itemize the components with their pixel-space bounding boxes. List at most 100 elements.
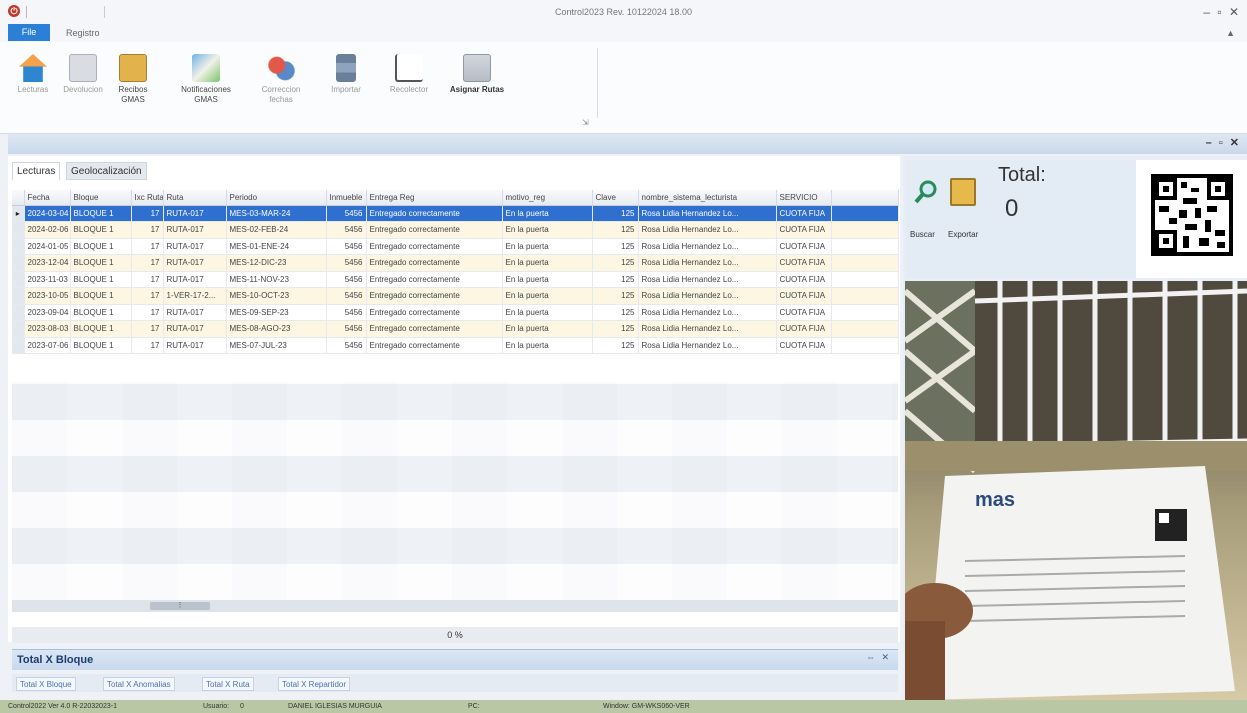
table-cell[interactable]: 125: [592, 287, 639, 305]
table-cell[interactable]: CUOTA FIJA: [776, 320, 832, 338]
table-cell[interactable]: RUTA-017: [163, 271, 227, 288]
table-row[interactable]: 2023-07-06 BLOQUE 1 17 RUTA-017 MES-07-JUL-2…: [12, 337, 899, 354]
table-cell[interactable]: 125: [592, 271, 639, 288]
table-cell[interactable]: BLOQUE 1: [70, 221, 132, 239]
table-cell[interactable]: CUOTA FIJA: [776, 337, 832, 354]
table-row[interactable]: 2024-01-05 BLOQUE 1 17 RUTA-017 MES-01-ENE-2…: [12, 238, 899, 255]
column-header[interactable]: Ruta: [163, 190, 227, 206]
recibos-gmas-button[interactable]: Recibos GMAS: [112, 54, 154, 105]
table-cell[interactable]: 125: [592, 254, 639, 272]
table-cell[interactable]: Entregado correctamente: [366, 320, 503, 338]
table-cell[interactable]: RUTA-017: [163, 238, 227, 255]
table-cell[interactable]: 5456: [326, 238, 367, 255]
table-cell[interactable]: RUTA-017: [163, 221, 227, 239]
table-cell[interactable]: En la puerta: [502, 205, 593, 222]
document-window-controls[interactable]: – ▫ ✕: [1206, 136, 1241, 149]
table-cell[interactable]: 5456: [326, 304, 367, 321]
table-cell[interactable]: 2023-10-05: [24, 287, 71, 305]
table-cell[interactable]: En la puerta: [502, 287, 593, 305]
table-cell[interactable]: BLOQUE 1: [70, 287, 132, 305]
table-cell[interactable]: Entregado correctamente: [366, 304, 503, 321]
table-cell[interactable]: 2023-09-04: [24, 304, 71, 321]
tab-geolocalizacion[interactable]: Geolocalización: [66, 162, 147, 180]
table-cell[interactable]: CUOTA FIJA: [776, 287, 832, 305]
table-cell[interactable]: 2023-07-06: [24, 337, 71, 354]
lecturas-button[interactable]: Lecturas: [12, 54, 54, 95]
table-cell[interactable]: 5456: [326, 320, 367, 338]
horizontal-scrollbar[interactable]: [12, 600, 898, 612]
table-cell[interactable]: Rosa Lidia Hernandez Lo...: [638, 320, 777, 338]
table-row[interactable]: 2023-09-04 BLOQUE 1 17 RUTA-017 MES-09-SEP-2…: [12, 304, 899, 321]
table-cell[interactable]: 125: [592, 320, 639, 338]
table-cell[interactable]: BLOQUE 1: [70, 254, 132, 272]
table-cell[interactable]: MES-11-NOV-23: [226, 271, 327, 288]
file-tab[interactable]: File: [8, 24, 50, 41]
table-cell[interactable]: 2024-01-05: [24, 238, 71, 255]
table-cell[interactable]: Rosa Lidia Hernandez Lo...: [638, 271, 777, 288]
table-cell[interactable]: Rosa Lidia Hernandez Lo...: [638, 221, 777, 239]
table-cell[interactable]: MES-01-ENE-24: [226, 238, 327, 255]
table-cell[interactable]: Rosa Lidia Hernandez Lo...: [638, 238, 777, 255]
table-cell[interactable]: MES-02-FEB-24: [226, 221, 327, 239]
search-icon[interactable]: [912, 178, 940, 206]
table-cell[interactable]: 17: [131, 304, 164, 321]
tab-total-x-bloque[interactable]: Total X Bloque: [16, 677, 76, 691]
table-cell[interactable]: RUTA-017: [163, 304, 227, 321]
row-selector[interactable]: [12, 238, 25, 255]
column-header[interactable]: Ixc Ruta: [131, 190, 164, 206]
table-cell[interactable]: 5456: [326, 205, 367, 222]
table-row[interactable]: 2023-11-03 BLOQUE 1 17 RUTA-017 MES-11-NOV-2…: [12, 271, 899, 288]
table-cell[interactable]: Entregado correctamente: [366, 205, 503, 222]
table-row[interactable]: 2023-10-05 BLOQUE 1 17 1-VER-17-2... MES-10-…: [12, 287, 899, 305]
column-header[interactable]: Fecha: [24, 190, 71, 206]
table-cell[interactable]: En la puerta: [502, 337, 593, 354]
table-cell[interactable]: BLOQUE 1: [70, 320, 132, 338]
column-header[interactable]: Clave: [592, 190, 639, 206]
ribbon-collapse-icon[interactable]: ▲: [1226, 28, 1235, 38]
table-cell[interactable]: CUOTA FIJA: [776, 254, 832, 272]
table-cell[interactable]: MES-09-SEP-23: [226, 304, 327, 321]
table-cell[interactable]: 5456: [326, 254, 367, 272]
table-cell[interactable]: 5456: [326, 337, 367, 354]
table-cell[interactable]: En la puerta: [502, 238, 593, 255]
table-cell[interactable]: 2023-11-03: [24, 271, 71, 288]
column-header[interactable]: Periodo: [226, 190, 327, 206]
table-cell[interactable]: 17: [131, 221, 164, 239]
registro-tab[interactable]: Registro: [66, 26, 100, 40]
tab-total-x-anomalias[interactable]: Total X Anomalias: [103, 677, 175, 691]
table-cell[interactable]: MES-03-MAR-24: [226, 205, 327, 222]
row-selector[interactable]: [12, 320, 25, 338]
row-selector[interactable]: ▸: [12, 205, 25, 222]
table-cell[interactable]: En la puerta: [502, 320, 593, 338]
table-cell[interactable]: 17: [131, 287, 164, 305]
table-cell[interactable]: Entregado correctamente: [366, 337, 503, 354]
table-cell[interactable]: 17: [131, 271, 164, 288]
table-cell[interactable]: 125: [592, 238, 639, 255]
table-cell[interactable]: RUTA-017: [163, 337, 227, 354]
table-cell[interactable]: 17: [131, 320, 164, 338]
table-cell[interactable]: 125: [592, 221, 639, 239]
exportar-label[interactable]: Exportar: [948, 230, 978, 239]
table-row[interactable]: 2023-08-03 BLOQUE 1 17 RUTA-017 MES-08-AGO-2…: [12, 320, 899, 338]
table-cell[interactable]: BLOQUE 1: [70, 304, 132, 321]
table-cell[interactable]: En la puerta: [502, 221, 593, 239]
table-cell[interactable]: 17: [131, 254, 164, 272]
tab-total-x-repartidor[interactable]: Total X Repartidor: [278, 677, 351, 691]
table-cell[interactable]: 5456: [326, 271, 367, 288]
buscar-label[interactable]: Buscar: [910, 230, 935, 239]
table-cell[interactable]: 5456: [326, 221, 367, 239]
recolector-button[interactable]: Recolector: [384, 54, 434, 95]
table-cell[interactable]: 2023-12-04: [24, 254, 71, 272]
table-cell[interactable]: Entregado correctamente: [366, 238, 503, 255]
table-cell[interactable]: 5456: [326, 287, 367, 305]
table-cell[interactable]: En la puerta: [502, 271, 593, 288]
table-cell[interactable]: 125: [592, 205, 639, 222]
row-selector[interactable]: [12, 304, 25, 321]
table-cell[interactable]: 2024-03-04: [24, 205, 71, 222]
table-cell[interactable]: CUOTA FIJA: [776, 304, 832, 321]
asignar-rutas-button[interactable]: Asignar Rutas: [442, 54, 512, 95]
column-header[interactable]: Entrega Reg: [366, 190, 503, 206]
table-cell[interactable]: MES-07-JUL-23: [226, 337, 327, 354]
column-header[interactable]: nombre_sistema_lecturista: [638, 190, 777, 206]
table-cell[interactable]: Rosa Lidia Hernandez Lo...: [638, 304, 777, 321]
